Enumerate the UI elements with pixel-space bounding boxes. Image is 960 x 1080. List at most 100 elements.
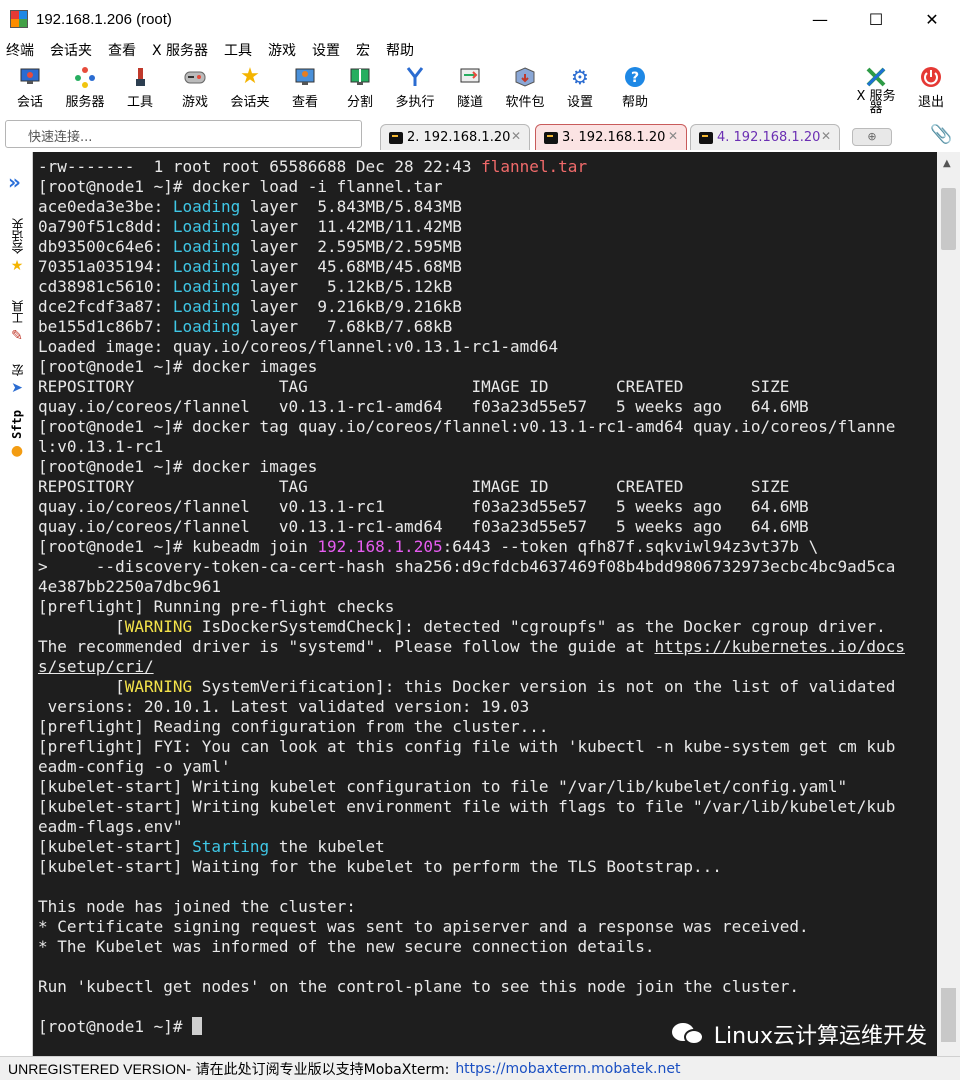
terminal-link[interactable]: https://kubernetes.io/docs <box>655 637 905 656</box>
terminal-text: [kubelet-start] <box>38 837 193 856</box>
new-tab-button[interactable]: ⊕ <box>852 128 892 146</box>
scroll-thumb[interactable] <box>941 188 956 250</box>
paperclip-icon[interactable]: 📎 <box>930 124 952 145</box>
tab-close-icon[interactable]: ✕ <box>821 129 831 143</box>
menu-games[interactable]: 游戏 <box>268 40 296 60</box>
games-button[interactable]: 游戏 <box>165 64 225 110</box>
tab-session-4[interactable]: 4. 192.168.1.20 ✕ <box>690 124 840 150</box>
menu-tools[interactable]: 工具 <box>224 40 252 60</box>
terminal-text: [preflight] Reading configuration from t… <box>38 717 549 736</box>
terminal-prompt: [root@node1 ~]# <box>38 1017 193 1036</box>
menu-help[interactable]: 帮助 <box>386 40 414 60</box>
servers-button[interactable]: 服务器 <box>55 64 115 110</box>
view-button[interactable]: 查看 <box>275 64 335 110</box>
tab-session-2[interactable]: 2. 192.168.1.20 ✕ <box>380 124 530 150</box>
terminal-text: versions: 20.10.1. Latest validated vers… <box>38 697 530 716</box>
packages-icon <box>514 66 536 88</box>
terminal-text: cd38981c5610: <box>38 277 173 296</box>
tab-session-3[interactable]: 3. 192.168.1.20 ✕ <box>535 124 687 150</box>
close-button[interactable]: ✕ <box>904 0 960 38</box>
terminal-text: quay.io/coreos/flannel v0.13.1-rc1-amd64… <box>38 517 809 536</box>
help-button[interactable]: ? 帮助 <box>605 64 665 110</box>
terminal-line: Loaded image: quay.io/coreos/flannel:v0.… <box>38 337 937 357</box>
terminal-line: * The Kubelet was informed of the new se… <box>38 937 937 957</box>
exit-button[interactable]: 退出 <box>901 64 960 110</box>
terminal-view[interactable]: -rw------- 1 root root 65586688 Dec 28 2… <box>33 152 937 1056</box>
terminal-link[interactable]: s/setup/cri/ <box>38 657 154 676</box>
terminal-highlight-cyan: Loading <box>172 237 241 256</box>
tools-button[interactable]: 工具 <box>110 64 170 110</box>
terminal-scrollbar[interactable]: ▲ <box>937 152 960 1056</box>
terminal-line: REPOSITORY TAG IMAGE ID CREATED SIZE <box>38 477 937 497</box>
terminal-text: be155d1c86b7: <box>38 317 173 336</box>
terminal-text: [preflight] Running pre-flight checks <box>38 597 395 616</box>
side-tab-sftp[interactable]: Sftp ● <box>4 410 30 459</box>
terminal-line: [preflight] FYI: You can look at this co… <box>38 737 937 757</box>
menu-settings[interactable]: 设置 <box>312 40 340 60</box>
unregistered-label: UNREGISTERED VERSION <box>8 1060 187 1077</box>
scroll-thumb-bottom[interactable] <box>941 988 956 1042</box>
subscribe-text: - 请在此处订阅专业版以支持MobaXterm: <box>186 1061 450 1078</box>
window-title: 192.168.1.206 (root) <box>36 10 172 28</box>
games-label: 游戏 <box>181 95 208 110</box>
terminal-text: Run 'kubectl get nodes' on the control-p… <box>38 977 799 996</box>
terminal-text: IsDockerSystemdCheck]: detected "cgroupf… <box>192 617 886 636</box>
terminal-text: [root@node1 ~]# docker images <box>38 457 318 476</box>
side-tab-sessions[interactable]: 会话夹 ★ <box>4 218 30 274</box>
terminal-highlight-cyan: Loading <box>172 317 241 336</box>
multiexec-button[interactable]: 多执行 <box>385 64 445 110</box>
maximize-button[interactable]: ☐ <box>848 0 904 38</box>
expand-sidebar-icon[interactable]: » <box>8 170 21 194</box>
menu-macros[interactable]: 宏 <box>356 40 370 60</box>
terminal-highlight-cyan: Loading <box>172 217 241 236</box>
multiexec-label: 多执行 <box>395 95 435 110</box>
side-tab-label: Sftp <box>10 410 24 439</box>
terminal-text: Loaded image: quay.io/coreos/flannel:v0.… <box>38 337 559 356</box>
mobaxterm-link[interactable]: https://mobaxterm.mobatek.net <box>455 1061 680 1077</box>
terminal-text: SystemVerification]: this Docker version… <box>192 677 896 696</box>
servers-icon <box>74 66 96 88</box>
menu-terminal[interactable]: 终端 <box>6 40 34 60</box>
tab-close-icon[interactable]: ✕ <box>668 129 678 143</box>
svg-text:?: ? <box>631 70 639 86</box>
view-icon <box>294 66 316 88</box>
terminal-text: [kubelet-start] Waiting for the kubelet … <box>38 857 722 876</box>
exit-label: 退出 <box>917 95 944 110</box>
split-button[interactable]: 分割 <box>330 64 390 110</box>
session-button[interactable]: 会话 <box>0 64 60 110</box>
side-tab-macros[interactable]: 宏 ➤ <box>4 364 30 396</box>
help-icon: ? <box>624 66 646 88</box>
terminal-line: db93500c64e6: Loading layer 2.595MB/2.59… <box>38 237 937 257</box>
help-label: 帮助 <box>621 95 648 110</box>
terminal-line: [root@node1 ~]# docker load -i flannel.t… <box>38 177 937 197</box>
xserver-button[interactable]: X 服务器 <box>846 64 906 115</box>
settings-button[interactable]: ⚙ 设置 <box>550 64 610 110</box>
terminal-cursor <box>192 1017 203 1035</box>
tab-close-icon[interactable]: ✕ <box>511 129 521 143</box>
app-icon <box>10 10 28 28</box>
scroll-up-icon[interactable]: ▲ <box>943 158 951 169</box>
terminal-text: layer 5.12kB/5.12kB <box>240 277 453 296</box>
tunnel-button[interactable]: 隧道 <box>440 64 500 110</box>
menu-view[interactable]: 查看 <box>108 40 136 60</box>
terminal-text: [kubelet-start] Writing kubelet configur… <box>38 777 848 796</box>
packages-button[interactable]: 软件包 <box>495 64 555 110</box>
watermark: Linux云计算运维开发 <box>671 1018 927 1050</box>
terminal-line: [kubelet-start] Writing kubelet configur… <box>38 777 937 797</box>
favorites-button[interactable]: ★ 会话夹 <box>220 64 280 111</box>
side-tab-tools[interactable]: 工具 ✎ <box>4 300 30 344</box>
terminal-line: [WARNING SystemVerification]: this Docke… <box>38 677 937 697</box>
terminal-line: * Certificate signing request was sent t… <box>38 917 937 937</box>
menu-sessions[interactable]: 会话夹 <box>50 40 92 60</box>
quick-connect-input[interactable]: 快速连接... <box>5 120 362 148</box>
terminal-highlight-cyan: Loading <box>172 197 241 216</box>
terminal-text: 70351a035194: <box>38 257 173 276</box>
xserver-label-line2: 器 <box>869 101 883 116</box>
terminal-line: [WARNING IsDockerSystemdCheck]: detected… <box>38 617 937 637</box>
star-icon: ★ <box>240 64 260 89</box>
menu-xserver[interactable]: X 服务器 <box>152 40 208 60</box>
minimize-button[interactable]: — <box>792 0 848 38</box>
terminal-line: This node has joined the cluster: <box>38 897 937 917</box>
